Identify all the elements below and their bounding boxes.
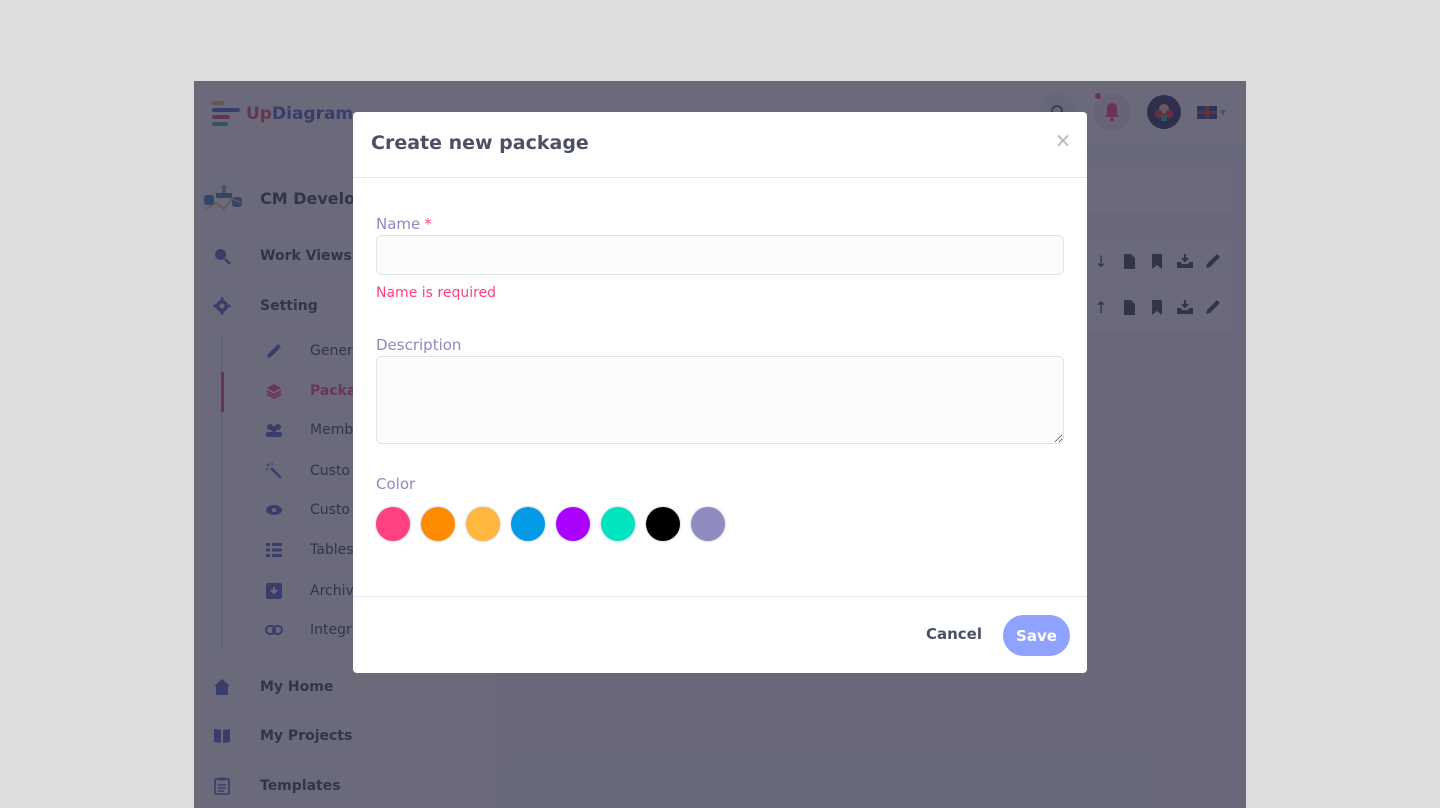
- name-label: Name *: [376, 215, 432, 233]
- required-marker: *: [424, 215, 432, 233]
- name-input[interactable]: [376, 235, 1064, 275]
- color-label: Color: [376, 475, 416, 493]
- close-button[interactable]: ×: [1053, 128, 1073, 152]
- color-swatch-black[interactable]: [646, 507, 680, 541]
- cancel-button[interactable]: Cancel: [926, 625, 982, 643]
- color-swatch-blue[interactable]: [511, 507, 545, 541]
- color-swatch-orange[interactable]: [421, 507, 455, 541]
- close-icon: ×: [1054, 128, 1072, 152]
- modal-title: Create new package: [371, 132, 589, 154]
- description-textarea[interactable]: [376, 356, 1064, 444]
- save-button[interactable]: Save: [1003, 615, 1070, 656]
- color-swatch-teal[interactable]: [601, 507, 635, 541]
- color-swatch-amber[interactable]: [466, 507, 500, 541]
- color-swatch-pink[interactable]: [376, 507, 410, 541]
- color-swatch-purple[interactable]: [556, 507, 590, 541]
- description-label: Description: [376, 336, 462, 354]
- modal-footer: Cancel Save: [353, 597, 1087, 673]
- name-label-text: Name: [376, 215, 421, 233]
- color-swatch-lavender[interactable]: [691, 507, 725, 541]
- modal-header: Create new package ×: [353, 112, 1087, 178]
- color-picker: [376, 507, 725, 541]
- modal-body: Name * Name is required Description Color: [353, 178, 1087, 597]
- create-package-dialog: Create new package × Name * Name is requi…: [353, 112, 1087, 673]
- name-error-message: Name is required: [376, 285, 497, 301]
